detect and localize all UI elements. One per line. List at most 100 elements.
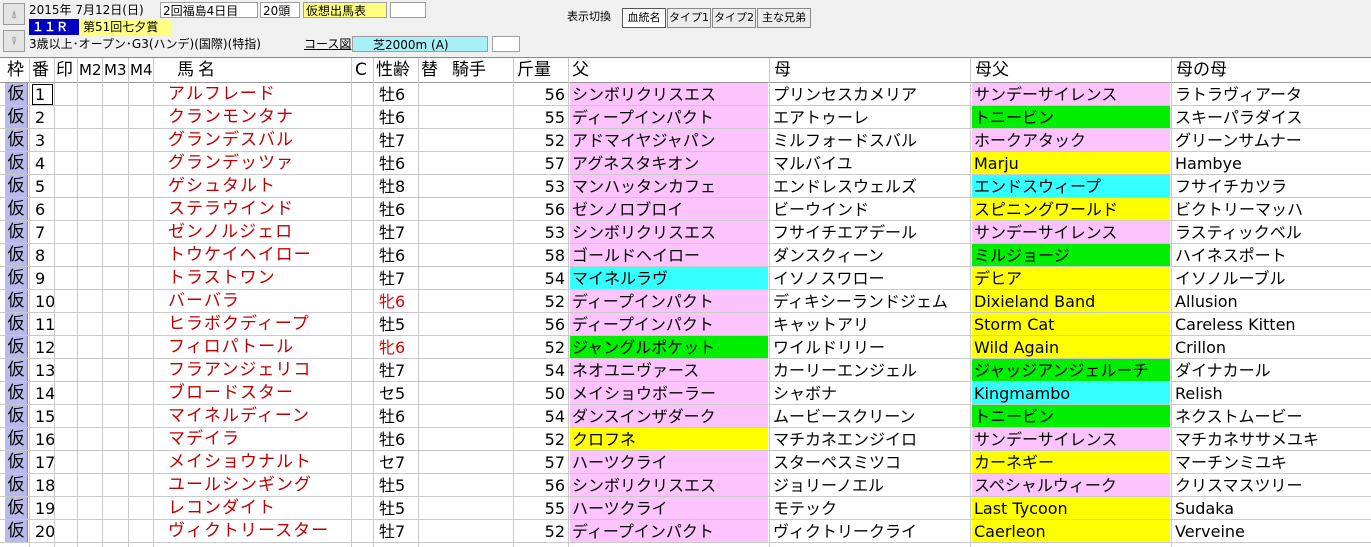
dam-cell[interactable]: ムービースクリーン (771, 405, 970, 427)
broodmare-sire-cell[interactable]: デヒア (972, 267, 1170, 289)
broodmare-sire-cell[interactable]: Caerleon (972, 520, 1170, 542)
jockey-cell[interactable] (420, 221, 512, 244)
mark-cell[interactable] (56, 129, 76, 152)
m4-cell[interactable] (130, 244, 152, 267)
m3-cell[interactable] (104, 405, 126, 428)
table-row[interactable]: 仮 5 ゲシュタルト 牡8 53 マンハッタンカフェ エンドレスウェルズ エンドスウィープ フサ… (0, 175, 1371, 198)
sire-cell[interactable]: ハーツクライ (570, 497, 768, 519)
m4-cell[interactable] (130, 520, 152, 543)
sire-cell[interactable]: ジャングルポケット (570, 336, 768, 358)
table-row[interactable]: 仮 8 トウケイヘイロー 牡6 58 ゴールドヘイロー ダンスクィーン ミルジョージ ハイネスポ… (0, 244, 1371, 267)
mark-cell[interactable] (56, 83, 76, 106)
table-row[interactable]: 仮 13 フラアンジェリコ 牡7 54 ネオユニヴァース カーリーエンジェル ジャッジアンジェ… (0, 359, 1371, 382)
col-ban[interactable]: 番 (32, 58, 49, 83)
waku-cell[interactable]: 仮 (5, 106, 28, 129)
horse-name[interactable]: グランデスバル (168, 129, 348, 152)
jockey-cell[interactable] (420, 313, 512, 336)
jockey-cell[interactable] (420, 290, 512, 313)
sire-cell[interactable]: メイショウボーラー (570, 382, 768, 404)
broodmare-sire-cell[interactable]: トニービン (972, 405, 1170, 427)
m4-cell[interactable] (130, 428, 152, 451)
m2-cell[interactable] (79, 106, 101, 129)
dam-cell[interactable]: ビーウインド (771, 198, 970, 220)
m3-cell[interactable] (104, 336, 126, 359)
mark-cell[interactable] (56, 244, 76, 267)
m3-cell[interactable] (104, 313, 126, 336)
m3-cell[interactable] (104, 175, 126, 198)
broodmare-sire-cell[interactable]: サンデーサイレンス (972, 221, 1170, 243)
jockey-cell[interactable] (420, 106, 512, 129)
table-row[interactable]: 仮 4 グランデッツァ 牡6 57 アグネスタキオン マルバイユ Marju Hambye (0, 152, 1371, 175)
waku-cell[interactable]: 仮 (5, 198, 28, 221)
col-weight[interactable]: 斤量 (517, 58, 551, 83)
m4-cell[interactable] (130, 221, 152, 244)
m4-cell[interactable] (130, 313, 152, 336)
m4-cell[interactable] (130, 336, 152, 359)
mark-cell[interactable] (56, 497, 76, 520)
mark-cell[interactable] (56, 198, 76, 221)
horse-name[interactable]: ゲシュタルト (168, 175, 348, 198)
waku-cell[interactable]: 仮 (5, 497, 28, 520)
m3-cell[interactable] (104, 83, 126, 106)
dam-cell[interactable]: ミルフォードスバル (771, 129, 970, 151)
m2-cell[interactable] (79, 382, 101, 405)
dam-cell[interactable]: エンドレスウェルズ (771, 175, 970, 197)
horse-number[interactable]: 8 (31, 244, 54, 267)
dam-dam-cell[interactable]: Relish (1173, 382, 1371, 404)
horse-name[interactable]: クランモンタナ (168, 106, 348, 129)
sire-cell[interactable]: シンボリクリスエス (570, 221, 768, 243)
col-broodmare-sire[interactable]: 母父 (975, 58, 1009, 83)
broodmare-sire-cell[interactable]: Dixieland Band (972, 290, 1170, 312)
table-row[interactable]: 仮 12 フィロパトール 牝6 52 ジャングルポケット ワイルドリリー Wild Again… (0, 336, 1371, 359)
m2-cell[interactable] (79, 520, 101, 543)
horse-number[interactable]: 17 (31, 451, 54, 474)
m3-cell[interactable] (104, 359, 126, 382)
col-m2[interactable]: M2 (79, 58, 102, 83)
m3-cell[interactable] (104, 267, 126, 290)
waku-cell[interactable]: 仮 (5, 290, 28, 313)
broodmare-sire-cell[interactable]: カーネギー (972, 451, 1170, 473)
dam-cell[interactable]: ワイルドリリー (771, 336, 970, 358)
dam-dam-cell[interactable]: Allusion (1173, 290, 1371, 312)
broodmare-sire-cell[interactable]: ミルジョージ (972, 244, 1170, 266)
dam-cell[interactable]: プリンセスカメリア (771, 83, 970, 105)
mode-extra-field[interactable] (390, 2, 426, 18)
horse-name[interactable]: トウケイヘイロー (168, 244, 348, 267)
waku-cell[interactable]: 仮 (5, 405, 28, 428)
dam-cell[interactable]: スターペスミツコ (771, 451, 970, 473)
broodmare-sire-cell[interactable]: スピニングワールド (972, 198, 1170, 220)
table-row[interactable]: 仮 3 グランデスバル 牡7 52 アドマイヤジャパン ミルフォードスバル ホークアタック グリ… (0, 129, 1371, 152)
waku-cell[interactable]: 仮 (5, 336, 28, 359)
sire-cell[interactable]: アドマイヤジャパン (570, 129, 768, 151)
table-row[interactable]: 仮 17 メイショウナルト セ7 57 ハーツクライ スターペスミツコ カーネギー マーチンミユ… (0, 451, 1371, 474)
dam-dam-cell[interactable]: ネクストムービー (1173, 405, 1371, 427)
tab-type2[interactable]: タイプ2 (712, 8, 756, 28)
dam-dam-cell[interactable]: ハイネスポート (1173, 244, 1371, 266)
col-mark[interactable]: 印 (56, 58, 73, 83)
waku-cell[interactable]: 仮 (5, 474, 28, 497)
jockey-cell[interactable] (420, 405, 512, 428)
waku-cell[interactable]: 仮 (5, 382, 28, 405)
jockey-cell[interactable] (420, 520, 512, 543)
sire-cell[interactable]: シンボリクリスエス (570, 83, 768, 105)
horse-number[interactable]: 5 (31, 175, 54, 198)
dam-dam-cell[interactable]: ダイナカール (1173, 359, 1371, 381)
m4-cell[interactable] (130, 152, 152, 175)
m2-cell[interactable] (79, 290, 101, 313)
m2-cell[interactable] (79, 198, 101, 221)
waku-cell[interactable]: 仮 (5, 83, 28, 106)
horse-name[interactable]: マデイラ (168, 428, 348, 451)
mark-cell[interactable] (56, 428, 76, 451)
broodmare-sire-cell[interactable]: ホークアタック (972, 129, 1170, 151)
col-dam[interactable]: 母 (774, 58, 791, 83)
broodmare-sire-cell[interactable]: スペシャルウィーク (972, 474, 1170, 496)
jockey-cell[interactable] (420, 175, 512, 198)
horse-name[interactable]: グランデッツァ (168, 152, 348, 175)
mark-cell[interactable] (56, 313, 76, 336)
m2-cell[interactable] (79, 359, 101, 382)
m2-cell[interactable] (79, 451, 101, 474)
horse-name[interactable]: アルフレード (168, 83, 348, 106)
table-row[interactable]: 仮 6 ステラウインド 牡6 56 ゼンノロブロイ ビーウインド スピニングワールド ビクトリー… (0, 198, 1371, 221)
m3-cell[interactable] (104, 290, 126, 313)
m3-cell[interactable] (104, 382, 126, 405)
